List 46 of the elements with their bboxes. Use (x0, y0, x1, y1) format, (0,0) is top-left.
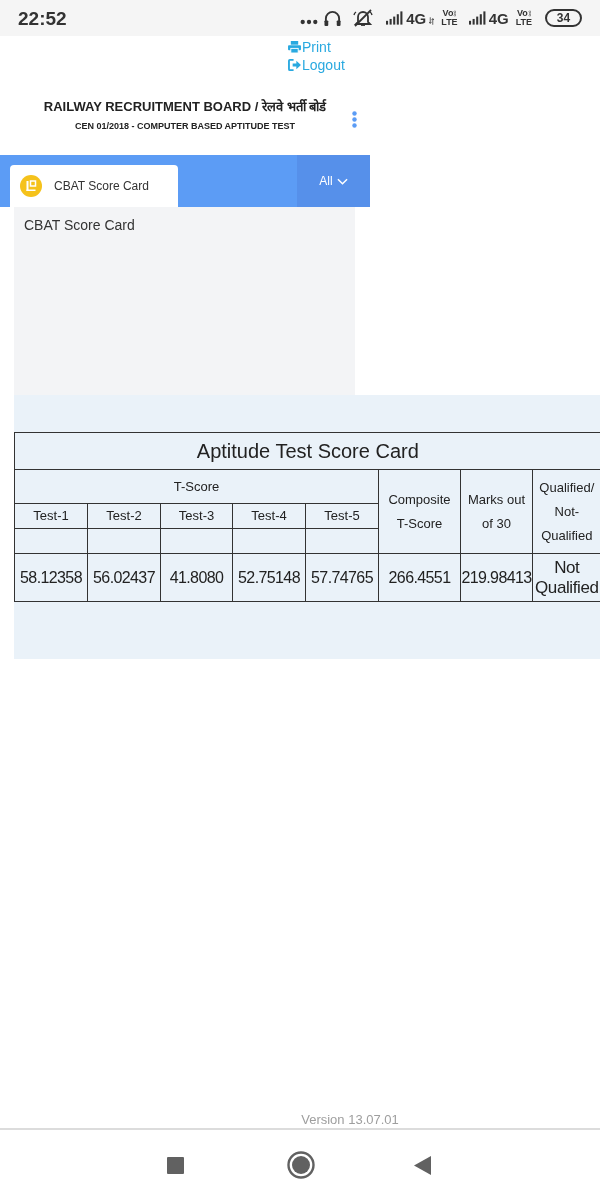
score-card-tab[interactable]: CBAT Score Card (10, 165, 178, 207)
battery-indicator: 34 (545, 9, 582, 27)
signal-icon (468, 11, 486, 25)
headphones-icon (323, 9, 343, 27)
logout-icon (288, 59, 301, 71)
header-title: RAILWAY RECRUITMENT BOARD / रेलवे भर्ती बोर्ड (43, 98, 327, 116)
recents-icon[interactable] (167, 1156, 184, 1174)
volte-label: LTE (515, 18, 532, 27)
logout-link[interactable]: Logout (288, 56, 345, 74)
table-cell: 266.4551 (378, 553, 461, 602)
card-icon (20, 175, 42, 197)
more-options-icon[interactable] (352, 111, 357, 128)
volte-label: LTE (441, 18, 458, 27)
print-link[interactable]: Print (288, 38, 331, 56)
column-header: Test-2 (87, 503, 161, 529)
column-group-header: T-Score (14, 469, 379, 504)
volte-label: Vo (516, 9, 528, 18)
table-title: Aptitude Test Score Card (14, 432, 600, 470)
table-cell: 219.98413 (460, 553, 533, 602)
network-type: 4G (406, 10, 427, 26)
header-subtitle: CEN 01/2018 - COMPUTER BASED APTITUDE TEST (74, 120, 296, 132)
table-cell: 56.02437 (87, 553, 161, 602)
wave-icon (527, 10, 531, 17)
bell-off-icon (353, 9, 374, 27)
table-cell: 52.75148 (232, 553, 306, 602)
network-type: 4G (488, 10, 509, 26)
panel-title: CBAT Score Card (24, 216, 136, 234)
signal-icon (386, 11, 404, 25)
back-icon[interactable] (414, 1155, 431, 1175)
more-notifications-icon (300, 19, 319, 25)
table-cell: 57.74765 (305, 553, 379, 602)
chevron-down-icon (336, 177, 348, 185)
column-header: Composite T-Score (378, 469, 461, 554)
status-time: 22:52 (18, 8, 67, 28)
volte-label: Vo (442, 9, 454, 18)
column-header: Test-3 (160, 503, 233, 529)
filter-dropdown[interactable]: All (297, 155, 370, 207)
wave-icon (453, 10, 457, 17)
column-header: Test-1 (14, 503, 88, 529)
version-text: Version 13.07.01 (301, 1112, 399, 1128)
home-icon[interactable] (287, 1151, 315, 1179)
table-cell: 58.12358 (14, 553, 88, 602)
printer-icon (288, 41, 301, 53)
column-header: Test-4 (232, 503, 306, 529)
table-cell: 41.8080 (160, 553, 233, 602)
column-header: Marks out of 30 (460, 469, 533, 554)
